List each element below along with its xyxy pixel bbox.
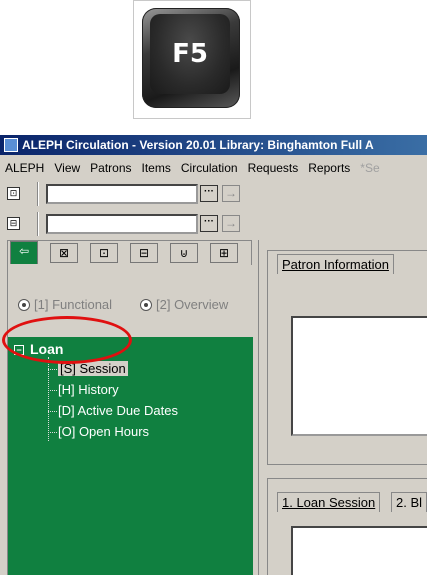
content-panel: Patron Information 1. Loan Session 2. Bl: [258, 240, 427, 575]
f5-key-label: F5: [150, 14, 230, 94]
item-barcode-input[interactable]: [46, 214, 198, 234]
menu-view[interactable]: View: [49, 157, 85, 179]
functional-radio[interactable]: [1] Functional: [18, 297, 112, 312]
tab-patron-icon[interactable]: ⊠: [50, 243, 78, 263]
menu-items[interactable]: Items: [137, 157, 176, 179]
menu-services[interactable]: *Se: [355, 157, 384, 179]
patron-browse-button[interactable]: ···: [200, 185, 218, 202]
view-options: [1] Functional [2] Overview: [8, 265, 253, 337]
patron-toolbar-row: ⊡ ··· →: [0, 182, 427, 206]
menu-reports[interactable]: Reports: [303, 157, 355, 179]
tree-connector: [48, 411, 57, 412]
tree-item-label: [S] Session: [58, 361, 128, 376]
tree-root-label: Loan: [30, 341, 64, 357]
tree-item-session[interactable]: [S] Session: [58, 361, 128, 376]
f5-key-image: F5: [133, 0, 251, 119]
tree-item-label: [O] Open Hours: [58, 424, 150, 439]
window-title: ALEPH Circulation - Version 20.01 Librar…: [22, 138, 374, 152]
tab-patron-information[interactable]: Patron Information: [277, 254, 394, 274]
patron-icon[interactable]: ⊡: [7, 187, 20, 200]
radio-button-icon[interactable]: [140, 299, 152, 311]
patron-go-button[interactable]: →: [222, 185, 240, 202]
function-tree: − Loan [S] Session [H] History [D] Active…: [8, 337, 253, 575]
navigation-panel: ⇦ ⊠ ⊡ ⊟ ⊍ ⊞ [1] Functional [2] Overview …: [7, 240, 253, 575]
item-toolbar-row: ⊟ ··· →: [0, 212, 427, 236]
tab-catalog-icon[interactable]: ⊟: [130, 243, 158, 263]
tree-item-label: [H] History: [58, 382, 119, 397]
tree-connector: [48, 369, 57, 370]
app-icon: [4, 138, 18, 152]
tree-item-open-hours[interactable]: [O] Open Hours: [58, 424, 149, 439]
menu-patrons[interactable]: Patrons: [85, 157, 136, 179]
toolbar-separator: [37, 212, 39, 236]
patron-info-box: [291, 316, 427, 436]
tree-item-active-due-dates[interactable]: [D] Active Due Dates: [58, 403, 178, 418]
tree-connector: [48, 390, 57, 391]
tab-items-icon[interactable]: ⊡: [90, 243, 118, 263]
tree-node-loan[interactable]: − Loan: [14, 341, 63, 357]
menu-circulation[interactable]: Circulation: [176, 157, 243, 179]
toolbar-separator: [37, 182, 39, 206]
overview-label: [2] Overview: [156, 297, 229, 312]
tab-second[interactable]: 2. Bl: [391, 492, 427, 512]
tree-item-history[interactable]: [H] History: [58, 382, 119, 397]
item-go-button[interactable]: →: [222, 215, 240, 232]
menu-requests[interactable]: Requests: [243, 157, 304, 179]
patron-id-input[interactable]: [46, 184, 198, 204]
menu-aleph[interactable]: ALEPH: [0, 157, 49, 179]
overview-radio[interactable]: [2] Overview: [140, 297, 228, 312]
tab-circulation-icon[interactable]: ⇦: [10, 241, 38, 264]
tree-item-label: [D] Active Due Dates: [58, 403, 178, 418]
keycap: F5: [142, 8, 240, 108]
tab-loan-session[interactable]: 1. Loan Session: [277, 492, 381, 512]
aleph-window: ALEPH Circulation - Version 20.01 Librar…: [0, 135, 427, 575]
menu-bar: ALEPH View Patrons Items Circulation Requests…: [0, 157, 427, 179]
item-browse-button[interactable]: ···: [200, 215, 218, 232]
loan-session-box: [291, 526, 427, 575]
functional-label: [1] Functional: [34, 297, 113, 312]
tree-connector: [48, 432, 57, 433]
nav-tabstrip: ⇦ ⊠ ⊡ ⊟ ⊍ ⊞: [8, 241, 253, 266]
tab-search-icon[interactable]: ⊞: [210, 243, 238, 263]
collapse-icon[interactable]: −: [14, 345, 24, 355]
tab-request-icon[interactable]: ⊍: [170, 243, 198, 263]
radio-button-icon[interactable]: [18, 299, 30, 311]
title-bar: ALEPH Circulation - Version 20.01 Librar…: [0, 135, 427, 155]
item-icon[interactable]: ⊟: [7, 217, 20, 230]
